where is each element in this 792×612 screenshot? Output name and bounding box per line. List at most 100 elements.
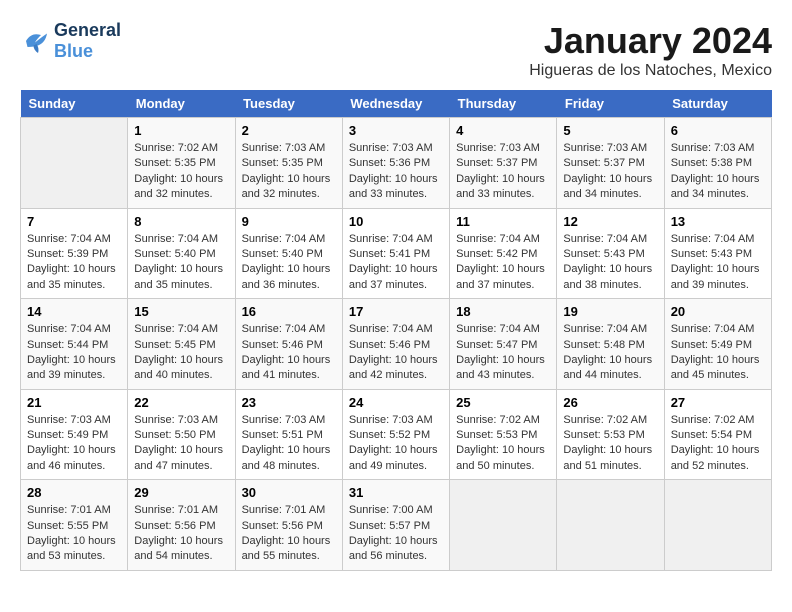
day-number: 3 (349, 123, 443, 138)
calendar-cell: 21 Sunrise: 7:03 AM Sunset: 5:49 PM Dayl… (21, 389, 128, 480)
calendar-cell: 4 Sunrise: 7:03 AM Sunset: 5:37 PM Dayli… (450, 118, 557, 209)
sunset-text: Sunset: 5:40 PM (242, 247, 336, 262)
week-row-4: 21 Sunrise: 7:03 AM Sunset: 5:49 PM Dayl… (21, 389, 772, 480)
calendar-cell: 26 Sunrise: 7:02 AM Sunset: 5:53 PM Dayl… (557, 389, 664, 480)
daylight-text: Daylight: 10 hours and 44 minutes. (563, 353, 657, 384)
calendar-cell: 18 Sunrise: 7:04 AM Sunset: 5:47 PM Dayl… (450, 299, 557, 390)
sunrise-text: Sunrise: 7:03 AM (563, 141, 657, 156)
day-number: 26 (563, 395, 657, 410)
calendar-cell (557, 480, 664, 571)
logo-text: General Blue (54, 20, 121, 62)
day-number: 7 (27, 214, 121, 229)
sunset-text: Sunset: 5:43 PM (671, 247, 765, 262)
daylight-text: Daylight: 10 hours and 37 minutes. (456, 262, 550, 293)
daylight-text: Daylight: 10 hours and 46 minutes. (27, 443, 121, 474)
day-info: Sunrise: 7:03 AM Sunset: 5:50 PM Dayligh… (134, 413, 228, 475)
sunrise-text: Sunrise: 7:04 AM (27, 232, 121, 247)
day-number: 17 (349, 304, 443, 319)
sunset-text: Sunset: 5:54 PM (671, 428, 765, 443)
sunset-text: Sunset: 5:38 PM (671, 156, 765, 171)
day-number: 10 (349, 214, 443, 229)
daylight-text: Daylight: 10 hours and 33 minutes. (349, 172, 443, 203)
daylight-text: Daylight: 10 hours and 56 minutes. (349, 534, 443, 565)
daylight-text: Daylight: 10 hours and 43 minutes. (456, 353, 550, 384)
day-number: 21 (27, 395, 121, 410)
day-number: 24 (349, 395, 443, 410)
day-number: 8 (134, 214, 228, 229)
sunset-text: Sunset: 5:57 PM (349, 519, 443, 534)
daylight-text: Daylight: 10 hours and 39 minutes. (671, 262, 765, 293)
sunrise-text: Sunrise: 7:04 AM (134, 322, 228, 337)
sunset-text: Sunset: 5:52 PM (349, 428, 443, 443)
daylight-text: Daylight: 10 hours and 47 minutes. (134, 443, 228, 474)
sunset-text: Sunset: 5:55 PM (27, 519, 121, 534)
sunrise-text: Sunrise: 7:04 AM (134, 232, 228, 247)
calendar-cell: 5 Sunrise: 7:03 AM Sunset: 5:37 PM Dayli… (557, 118, 664, 209)
week-row-5: 28 Sunrise: 7:01 AM Sunset: 5:55 PM Dayl… (21, 480, 772, 571)
calendar-cell: 12 Sunrise: 7:04 AM Sunset: 5:43 PM Dayl… (557, 208, 664, 299)
calendar-cell: 19 Sunrise: 7:04 AM Sunset: 5:48 PM Dayl… (557, 299, 664, 390)
calendar-cell: 29 Sunrise: 7:01 AM Sunset: 5:56 PM Dayl… (128, 480, 235, 571)
day-info: Sunrise: 7:04 AM Sunset: 5:44 PM Dayligh… (27, 322, 121, 384)
day-info: Sunrise: 7:04 AM Sunset: 5:49 PM Dayligh… (671, 322, 765, 384)
sunset-text: Sunset: 5:45 PM (134, 338, 228, 353)
daylight-text: Daylight: 10 hours and 34 minutes. (671, 172, 765, 203)
daylight-text: Daylight: 10 hours and 35 minutes. (27, 262, 121, 293)
sunset-text: Sunset: 5:51 PM (242, 428, 336, 443)
day-number: 25 (456, 395, 550, 410)
calendar-cell: 13 Sunrise: 7:04 AM Sunset: 5:43 PM Dayl… (664, 208, 771, 299)
sunrise-text: Sunrise: 7:04 AM (563, 322, 657, 337)
calendar-cell: 8 Sunrise: 7:04 AM Sunset: 5:40 PM Dayli… (128, 208, 235, 299)
day-info: Sunrise: 7:01 AM Sunset: 5:55 PM Dayligh… (27, 503, 121, 565)
sunrise-text: Sunrise: 7:04 AM (27, 322, 121, 337)
calendar-cell: 9 Sunrise: 7:04 AM Sunset: 5:40 PM Dayli… (235, 208, 342, 299)
sunrise-text: Sunrise: 7:03 AM (349, 141, 443, 156)
daylight-text: Daylight: 10 hours and 34 minutes. (563, 172, 657, 203)
daylight-text: Daylight: 10 hours and 37 minutes. (349, 262, 443, 293)
day-info: Sunrise: 7:03 AM Sunset: 5:36 PM Dayligh… (349, 141, 443, 203)
day-number: 6 (671, 123, 765, 138)
day-number: 22 (134, 395, 228, 410)
sunrise-text: Sunrise: 7:02 AM (671, 413, 765, 428)
day-number: 31 (349, 485, 443, 500)
day-number: 11 (456, 214, 550, 229)
logo-icon (20, 26, 50, 56)
day-number: 15 (134, 304, 228, 319)
sunrise-text: Sunrise: 7:04 AM (349, 232, 443, 247)
day-number: 20 (671, 304, 765, 319)
daylight-text: Daylight: 10 hours and 36 minutes. (242, 262, 336, 293)
sunset-text: Sunset: 5:46 PM (242, 338, 336, 353)
sunset-text: Sunset: 5:47 PM (456, 338, 550, 353)
daylight-text: Daylight: 10 hours and 53 minutes. (27, 534, 121, 565)
sunset-text: Sunset: 5:49 PM (671, 338, 765, 353)
sunset-text: Sunset: 5:46 PM (349, 338, 443, 353)
sunrise-text: Sunrise: 7:03 AM (134, 413, 228, 428)
sunset-text: Sunset: 5:35 PM (242, 156, 336, 171)
daylight-text: Daylight: 10 hours and 49 minutes. (349, 443, 443, 474)
calendar-cell: 17 Sunrise: 7:04 AM Sunset: 5:46 PM Dayl… (342, 299, 449, 390)
header-thursday: Thursday (450, 90, 557, 118)
day-info: Sunrise: 7:03 AM Sunset: 5:35 PM Dayligh… (242, 141, 336, 203)
calendar-cell: 31 Sunrise: 7:00 AM Sunset: 5:57 PM Dayl… (342, 480, 449, 571)
week-row-3: 14 Sunrise: 7:04 AM Sunset: 5:44 PM Dayl… (21, 299, 772, 390)
sunset-text: Sunset: 5:35 PM (134, 156, 228, 171)
day-number: 30 (242, 485, 336, 500)
day-info: Sunrise: 7:01 AM Sunset: 5:56 PM Dayligh… (242, 503, 336, 565)
calendar-cell: 16 Sunrise: 7:04 AM Sunset: 5:46 PM Dayl… (235, 299, 342, 390)
sunrise-text: Sunrise: 7:01 AM (242, 503, 336, 518)
calendar-cell (664, 480, 771, 571)
sunset-text: Sunset: 5:41 PM (349, 247, 443, 262)
calendar-cell: 23 Sunrise: 7:03 AM Sunset: 5:51 PM Dayl… (235, 389, 342, 480)
sunrise-text: Sunrise: 7:04 AM (242, 232, 336, 247)
sunset-text: Sunset: 5:50 PM (134, 428, 228, 443)
header-saturday: Saturday (664, 90, 771, 118)
day-number: 13 (671, 214, 765, 229)
header-wednesday: Wednesday (342, 90, 449, 118)
day-info: Sunrise: 7:04 AM Sunset: 5:46 PM Dayligh… (242, 322, 336, 384)
sunset-text: Sunset: 5:42 PM (456, 247, 550, 262)
day-number: 2 (242, 123, 336, 138)
day-info: Sunrise: 7:03 AM Sunset: 5:37 PM Dayligh… (456, 141, 550, 203)
calendar-subtitle: Higueras de los Natoches, Mexico (529, 62, 772, 80)
day-number: 23 (242, 395, 336, 410)
daylight-text: Daylight: 10 hours and 42 minutes. (349, 353, 443, 384)
